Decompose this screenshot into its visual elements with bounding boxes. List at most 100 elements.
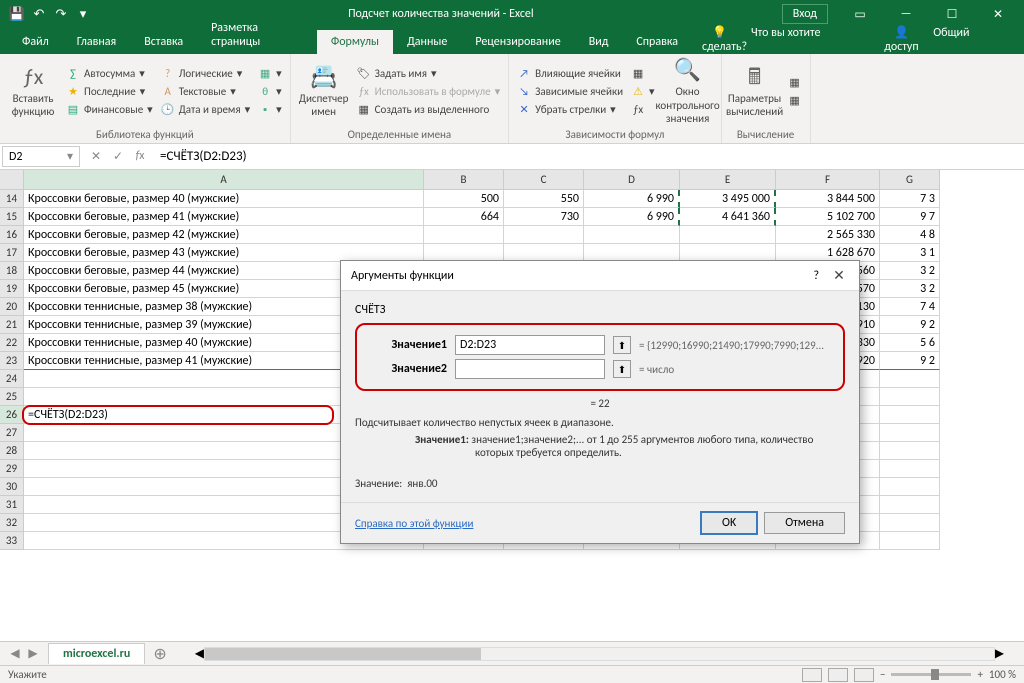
dialog-close-icon[interactable]: ✕ (829, 267, 849, 284)
col-head-F[interactable]: F (776, 170, 880, 190)
cell-B14[interactable]: 500 (424, 190, 504, 208)
calc-options-button[interactable]: 🖩Параметры вычислений (728, 56, 782, 126)
save-icon[interactable]: 💾 (8, 5, 26, 23)
row-head-26[interactable]: 26 (0, 406, 24, 424)
math-button[interactable]: θ▾ (256, 83, 284, 99)
col-head-A[interactable]: A (24, 170, 424, 190)
redo-icon[interactable]: ↷ (52, 5, 70, 23)
tab-help[interactable]: Справка (622, 30, 692, 54)
zoom-slider[interactable] (891, 673, 971, 676)
row-head-23[interactable]: 23 (0, 352, 24, 370)
row-head-18[interactable]: 18 (0, 262, 24, 280)
sheet-next-icon[interactable]: ▶ (26, 646, 40, 661)
cell-G17[interactable]: 3 1 (880, 244, 940, 262)
arg1-range-icon[interactable]: ⬆ (613, 336, 631, 354)
enter-formula-icon[interactable]: ✓ (110, 149, 126, 164)
watch-window-button[interactable]: 🔍Окно контрольного значения (661, 56, 715, 126)
datetime-button[interactable]: 🕒Дата и время ▾ (159, 101, 252, 117)
error-check-button[interactable]: ⚠▾ (629, 83, 657, 99)
chevron-down-icon[interactable]: ▾ (67, 149, 73, 164)
cell-G14[interactable]: 7 3 (880, 190, 940, 208)
cell-G25[interactable] (880, 388, 940, 406)
arg2-input[interactable] (455, 359, 605, 379)
ok-button[interactable]: OK (700, 511, 758, 535)
sheet-tab[interactable]: microexcel.ru (48, 643, 145, 664)
text-button[interactable]: AТекстовые ▾ (159, 83, 252, 99)
row-head-15[interactable]: 15 (0, 208, 24, 226)
row-head-32[interactable]: 32 (0, 514, 24, 532)
arg1-input[interactable]: D2:D23 (455, 335, 605, 355)
row-head-22[interactable]: 22 (0, 334, 24, 352)
cell-D15[interactable]: 6 990 (584, 208, 680, 226)
share-button[interactable]: 👤Общий доступ (874, 25, 1016, 54)
tab-layout[interactable]: Разметка страницы (197, 16, 317, 54)
col-head-D[interactable]: D (584, 170, 680, 190)
tab-insert[interactable]: Вставка (130, 30, 197, 54)
cell-G28[interactable] (880, 442, 940, 460)
login-button[interactable]: Вход (782, 4, 828, 24)
use-in-formula-button[interactable]: ƒxИспользовать в формуле ▾ (355, 83, 503, 99)
cell-G23[interactable]: 9 2 (880, 352, 940, 370)
dialog-help-link[interactable]: Справка по этой функции (355, 517, 473, 530)
cell-G16[interactable]: 4 8 (880, 226, 940, 244)
row-head-16[interactable]: 16 (0, 226, 24, 244)
cell-B15[interactable]: 664 (424, 208, 504, 226)
col-head-E[interactable]: E (680, 170, 776, 190)
undo-icon[interactable]: ↶ (30, 5, 48, 23)
cell-G33[interactable] (880, 532, 940, 550)
col-head-C[interactable]: C (504, 170, 584, 190)
view-break-icon[interactable] (854, 668, 874, 682)
tab-view[interactable]: Вид (575, 30, 623, 54)
cell-E15[interactable]: 4 641 360 (680, 208, 776, 226)
cell-F16[interactable]: 2 565 330 (776, 226, 880, 244)
formula-input[interactable]: =СЧЁТЗ(D2:D23) (154, 149, 1024, 164)
calc-sheet-button[interactable]: ▦ (786, 92, 804, 108)
financial-button[interactable]: ▤Финансовые ▾ (64, 101, 155, 117)
scroll-left-icon[interactable]: ◀ (195, 646, 204, 661)
cell-F14[interactable]: 3 844 500 (776, 190, 880, 208)
zoom-in-icon[interactable]: + (977, 668, 982, 681)
cell-G30[interactable] (880, 478, 940, 496)
cell-G26[interactable] (880, 406, 940, 424)
row-head-14[interactable]: 14 (0, 190, 24, 208)
row-head-33[interactable]: 33 (0, 532, 24, 550)
cell-G20[interactable]: 7 4 (880, 298, 940, 316)
cell-A14[interactable]: Кроссовки беговые, размер 40 (мужские) (24, 190, 424, 208)
autosum-button[interactable]: ∑Автосумма ▾ (64, 65, 155, 81)
name-manager-button[interactable]: 📇Диспетчер имен (297, 56, 351, 126)
qat-dropdown-icon[interactable]: ▾ (74, 5, 92, 23)
tab-file[interactable]: Файл (8, 30, 63, 54)
zoom-out-icon[interactable]: − (880, 668, 885, 681)
view-layout-icon[interactable] (828, 668, 848, 682)
insert-function-button[interactable]: ƒxВставить функцию (6, 56, 60, 126)
arg2-range-icon[interactable]: ⬆ (613, 360, 631, 378)
tab-data[interactable]: Данные (393, 30, 461, 54)
row-head-30[interactable]: 30 (0, 478, 24, 496)
cell-D16[interactable] (584, 226, 680, 244)
h-scrollbar[interactable]: ◀ ▶ (175, 646, 1024, 661)
cell-E16[interactable] (680, 226, 776, 244)
name-box[interactable]: D2▾ (2, 146, 80, 167)
row-head-29[interactable]: 29 (0, 460, 24, 478)
trace-prec-button[interactable]: ↗Влияющие ячейки (515, 65, 625, 81)
trace-dep-button[interactable]: ↘Зависимые ячейки (515, 83, 625, 99)
cell-C16[interactable] (504, 226, 584, 244)
row-head-17[interactable]: 17 (0, 244, 24, 262)
sheet-prev-icon[interactable]: ◀ (8, 646, 22, 661)
cell-G21[interactable]: 9 2 (880, 316, 940, 334)
dialog-help-icon[interactable]: ? (813, 269, 819, 283)
row-head-25[interactable]: 25 (0, 388, 24, 406)
show-formulas-button[interactable]: ▦ (629, 65, 657, 81)
row-head-20[interactable]: 20 (0, 298, 24, 316)
create-from-sel-button[interactable]: ▦Создать из выделенного (355, 101, 503, 117)
cell-F15[interactable]: 5 102 700 (776, 208, 880, 226)
row-head-31[interactable]: 31 (0, 496, 24, 514)
calc-now-button[interactable]: ▦ (786, 74, 804, 90)
cell-G29[interactable] (880, 460, 940, 478)
cell-A15[interactable]: Кроссовки беговые, размер 41 (мужские) (24, 208, 424, 226)
cell-C14[interactable]: 550 (504, 190, 584, 208)
cell-G18[interactable]: 3 2 (880, 262, 940, 280)
cell-A16[interactable]: Кроссовки беговые, размер 42 (мужские) (24, 226, 424, 244)
row-head-19[interactable]: 19 (0, 280, 24, 298)
remove-arrows-button[interactable]: ✕Убрать стрелки ▾ (515, 101, 625, 117)
